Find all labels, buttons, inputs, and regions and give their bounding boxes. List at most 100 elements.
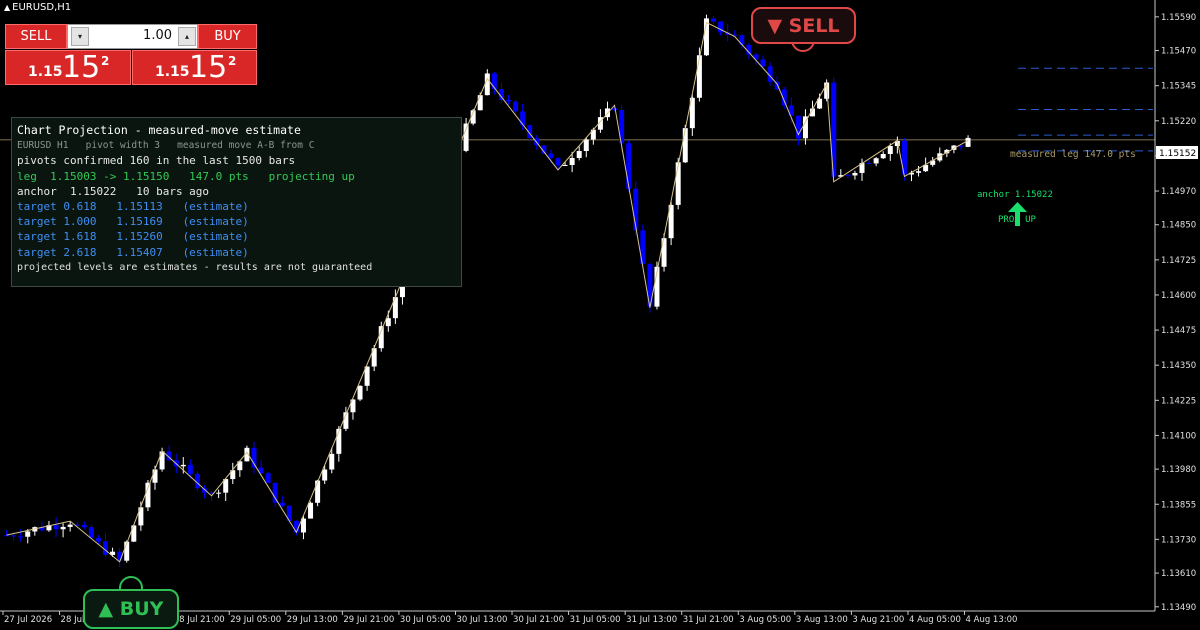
lot-size-input[interactable] [92, 28, 172, 43]
info-leg: leg 1.15003 -> 1.15150 147.0 pts project… [17, 169, 355, 183]
candle-body [216, 492, 222, 494]
x-tick-label: 31 Jul 21:00 [683, 615, 734, 625]
y-tick-label: 1.15345 [1161, 82, 1196, 92]
candle-body [506, 99, 512, 102]
chart-title: ▲ EURUSD,H1 [4, 2, 71, 13]
candle-body [272, 482, 278, 503]
x-tick-label: 28 Jul 21:00 [174, 615, 225, 625]
info-target: target 2.618 1.15407 (estimate) [17, 245, 249, 259]
current-price-label: 1.15152 [1159, 149, 1196, 159]
collapse-triangle-icon[interactable]: ▲ [4, 3, 10, 12]
x-tick-label: 29 Jul 05:00 [230, 615, 281, 625]
sell-price-display[interactable]: 1.15 15 2 [5, 50, 131, 85]
candle-body [308, 502, 314, 519]
y-tick-label: 1.14225 [1161, 396, 1196, 406]
projection-info-panel: Chart Projection - measured-move estimat… [11, 117, 462, 287]
buy-price-big: 15 [189, 50, 228, 85]
candle-body [88, 527, 94, 539]
candle-body [739, 35, 745, 45]
y-tick-label: 1.14970 [1161, 187, 1196, 197]
candle-body [569, 157, 575, 165]
candle-body [484, 73, 490, 96]
lot-increase-icon[interactable]: ▴ [178, 27, 196, 46]
candle-body [873, 158, 879, 164]
candle-body [4, 535, 10, 537]
candle-body [965, 137, 971, 147]
x-tick-label: 29 Jul 21:00 [343, 615, 394, 625]
candle-body [887, 146, 893, 154]
info-anchor: anchor 1.15022 10 bars ago [17, 184, 210, 198]
candle-body [81, 524, 87, 528]
measured-leg-label: measured leg 147.0 pts [1010, 149, 1136, 160]
info-meta: EURUSD H1 pivot width 3 measured move A-… [17, 140, 315, 152]
candle-body [322, 469, 328, 481]
x-tick-label: 30 Jul 21:00 [513, 615, 564, 625]
candle-body [916, 171, 922, 173]
candle-body [357, 385, 363, 400]
candle-body [612, 108, 618, 110]
sell-signal-badge: ▼ SELL [751, 7, 856, 44]
x-tick-label: 3 Aug 13:00 [796, 615, 848, 625]
x-tick-label: 4 Aug 05:00 [909, 615, 961, 625]
sell-button[interactable]: SELL [5, 24, 67, 49]
candle-body [682, 128, 688, 163]
y-tick-label: 1.13980 [1161, 465, 1196, 475]
y-tick-label: 1.14600 [1161, 291, 1196, 301]
candle-body [513, 101, 519, 112]
candle-body [626, 143, 632, 189]
candle-body [18, 536, 24, 538]
x-tick-label: 4 Aug 13:00 [966, 615, 1018, 625]
candle-body [845, 175, 851, 177]
anchor-label: anchor 1.15022 [977, 190, 1053, 200]
candle-body [491, 73, 497, 90]
candle-body [696, 55, 702, 98]
buy-button[interactable]: BUY [198, 24, 257, 49]
y-tick-label: 1.13855 [1161, 500, 1196, 510]
candle-body [131, 525, 137, 542]
buy-price-point: 2 [228, 54, 237, 68]
candle-body [880, 153, 886, 159]
candle-body [760, 59, 766, 67]
candle-body [11, 535, 17, 537]
candle-body [67, 524, 73, 527]
candle-body [555, 158, 561, 166]
info-pivots: pivots confirmed 160 in the last 1500 ba… [17, 154, 296, 168]
candle-body [583, 139, 589, 152]
candle-body [385, 318, 391, 327]
y-tick-label: 1.15220 [1161, 117, 1196, 127]
buy-price-display[interactable]: 1.15 15 2 [132, 50, 257, 85]
one-click-trading-panel: SELL ▾ ▴ BUY 1.15 15 2 1.15 15 2 [5, 24, 257, 85]
x-tick-label: 30 Jul 13:00 [456, 615, 507, 625]
lot-decrease-icon[interactable]: ▾ [71, 27, 89, 46]
x-tick-label: 27 Jul 2026 [4, 615, 52, 625]
info-target: target 1.000 1.15169 (estimate) [17, 215, 249, 229]
candle-body [180, 464, 186, 467]
price-chart[interactable]: H 1.15351L 1.15171L 1.15003H 1.15150 1.1… [0, 0, 1200, 630]
candle-body [95, 538, 101, 542]
candle-body [852, 172, 858, 176]
candle-body [265, 473, 271, 483]
proj-up-label: PROJ UP [998, 215, 1037, 225]
candle-body [548, 153, 554, 159]
zigzag-line [6, 21, 969, 563]
candle-body [315, 480, 321, 503]
candle-body [279, 502, 285, 506]
candle-body [25, 531, 31, 537]
lot-size-control: ▾ ▴ [67, 24, 198, 49]
candle-body [711, 18, 717, 22]
candle-body [463, 123, 469, 151]
sell-price-small: 1.15 [28, 64, 63, 80]
x-tick-label: 31 Jul 13:00 [626, 615, 677, 625]
candle-body [152, 469, 158, 483]
y-tick-label: 1.14350 [1161, 361, 1196, 371]
y-tick-label: 1.14475 [1161, 326, 1196, 336]
candle-body [60, 526, 66, 530]
candle-body [53, 525, 59, 530]
candle-body [293, 520, 299, 533]
candle-body [187, 464, 193, 474]
y-tick-label: 1.15470 [1161, 47, 1196, 57]
y-tick-label: 1.13490 [1161, 603, 1196, 613]
y-tick-label: 1.15590 [1161, 13, 1196, 23]
sell-price-big: 15 [62, 50, 101, 85]
candle-body [477, 95, 483, 111]
